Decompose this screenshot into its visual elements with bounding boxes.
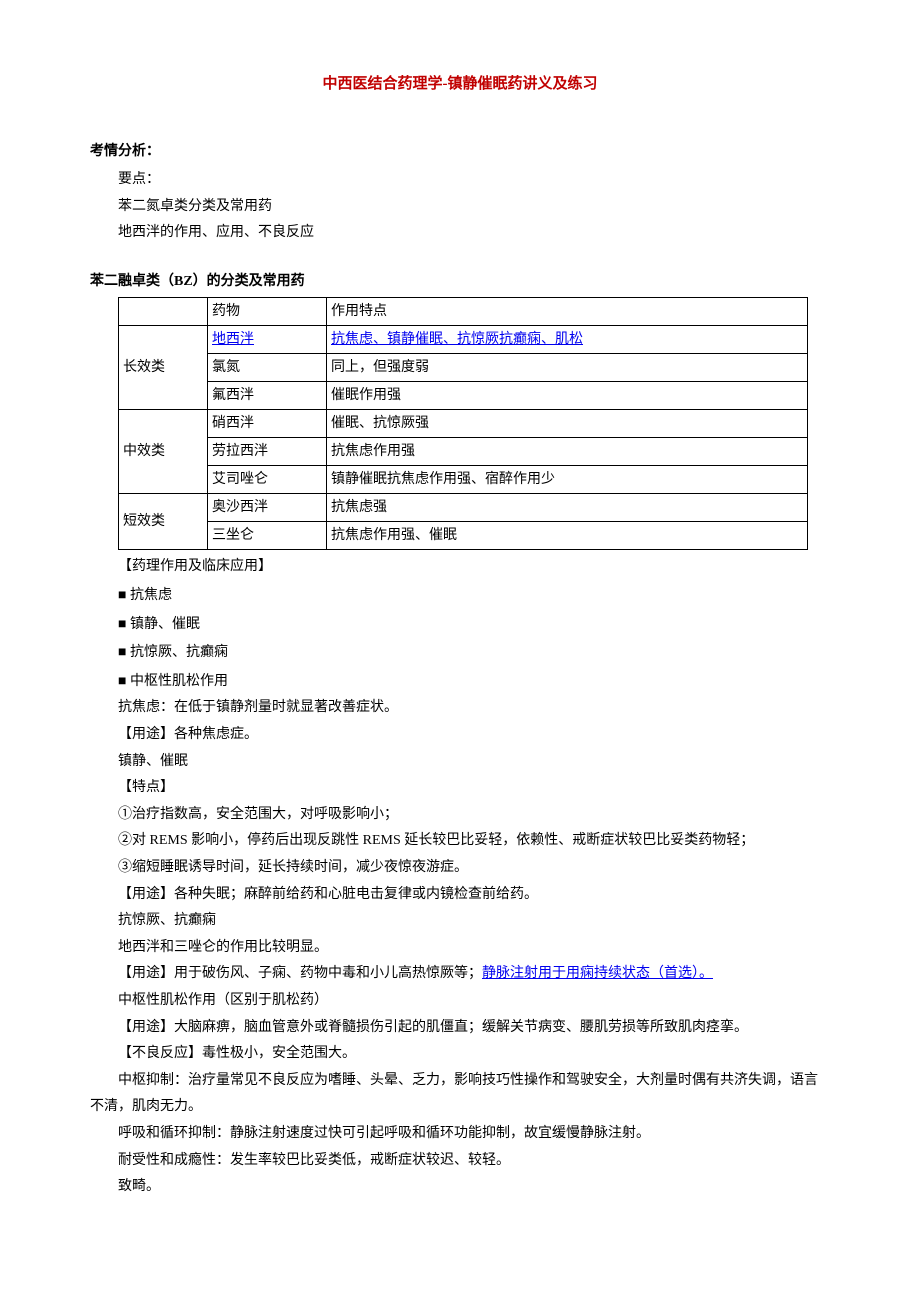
cell-drug: 艾司唑仑 (208, 466, 327, 494)
para: ①治疗指数高，安全范围大，对呼吸影响小； (90, 802, 830, 829)
para: 【用途】大脑麻痹，脑血管意外或脊髓损伤引起的肌僵直；缓解关节病变、腰肌劳损等所致… (90, 1015, 830, 1042)
analysis-heading: 考情分析： (90, 139, 830, 166)
table-row: 氟西泮 催眠作用强 (119, 382, 808, 410)
document-title: 中西医结合药理学-镇静催眠药讲义及练习 (90, 70, 830, 99)
para: 致畸。 (90, 1174, 830, 1201)
diazepam-link[interactable]: 地西泮 (212, 332, 254, 347)
analysis-line-3: 地西泮的作用、应用、不良反应 (90, 220, 830, 247)
para: 耐受性和成瘾性：发生率较巴比妥类低，戒断症状较迟、较轻。 (90, 1148, 830, 1175)
para: ②对 REMS 影响小，停药后出现反跳性 REMS 延长较巴比妥轻，依赖性、戒断… (90, 828, 830, 855)
cell-feature: 抗焦虑强 (327, 494, 808, 522)
bullet-1: ■ 抗焦虑 (118, 581, 830, 610)
table-row: 氯氮 同上，但强度弱 (119, 354, 808, 382)
para: 地西泮和三唑仑的作用比较明显。 (90, 935, 830, 962)
drug-table: 药物 作用特点 长效类 地西泮 抗焦虑、镇静催眠、抗惊厥抗癫痫、肌松 氯氮 同上… (118, 297, 808, 550)
para: 【用途】各种焦虑症。 (90, 722, 830, 749)
cell-drug: 氯氮 (208, 354, 327, 382)
cell-drug: 地西泮 (208, 326, 327, 354)
iv-injection-link[interactable]: 静脉注射用于用痫持续状态（首选）。 (482, 966, 713, 981)
analysis-line-2: 苯二氮卓类分类及常用药 (90, 194, 830, 221)
para: 【不良反应】毒性极小，安全范围大。 (90, 1041, 830, 1068)
cell-drug: 劳拉西泮 (208, 438, 327, 466)
para: ③缩短睡眠诱导时间，延长持续时间，减少夜惊夜游症。 (90, 855, 830, 882)
pharma-heading: 【药理作用及临床应用】 (90, 554, 830, 581)
table-row: 劳拉西泮 抗焦虑作用强 (119, 438, 808, 466)
para: 【特点】 (90, 775, 830, 802)
para: 抗焦虑：在低于镇静剂量时就显著改善症状。 (90, 695, 830, 722)
cell-drug: 硝西泮 (208, 410, 327, 438)
cell-drug: 奥沙西泮 (208, 494, 327, 522)
para-text: 【用途】用于破伤风、子痫、药物中毒和小儿高热惊厥等； (118, 966, 482, 981)
para: 抗惊厥、抗癫痫 (90, 908, 830, 935)
analysis-line-1: 要点： (90, 167, 830, 194)
bullet-3: ■ 抗惊厥、抗癫痫 (118, 638, 830, 667)
para-wrap: 中枢抑制：治疗量常见不良反应为嗜睡、头晕、乏力，影响技巧性操作和驾驶安全，大剂量… (90, 1068, 830, 1121)
para-with-link: 【用途】用于破伤风、子痫、药物中毒和小儿高热惊厥等；静脉注射用于用痫持续状态（首… (90, 961, 830, 988)
para: 【用途】各种失眠；麻醉前给药和心脏电击复律或内镜检查前给药。 (90, 882, 830, 909)
th-blank (119, 298, 208, 326)
para: 呼吸和循环抑制：静脉注射速度过快可引起呼吸和循环功能抑制，故宜缓慢静脉注射。 (90, 1121, 830, 1148)
cell-feature: 抗焦虑作用强 (327, 438, 808, 466)
group-short: 短效类 (119, 494, 208, 550)
diazepam-feature-link[interactable]: 抗焦虑、镇静催眠、抗惊厥抗癫痫、肌松 (331, 332, 583, 347)
table-row: 短效类 奥沙西泮 抗焦虑强 (119, 494, 808, 522)
th-drug: 药物 (208, 298, 327, 326)
para: 镇静、催眠 (90, 749, 830, 776)
table-row: 三坐仑 抗焦虑作用强、催眠 (119, 522, 808, 550)
cell-feature: 镇静催眠抗焦虑作用强、宿醉作用少 (327, 466, 808, 494)
group-long: 长效类 (119, 326, 208, 410)
bullet-2: ■ 镇静、催眠 (118, 610, 830, 639)
table-header-row: 药物 作用特点 (119, 298, 808, 326)
cell-feature: 催眠作用强 (327, 382, 808, 410)
bullet-4: ■ 中枢性肌松作用 (118, 667, 830, 696)
group-mid: 中效类 (119, 410, 208, 494)
cell-drug: 氟西泮 (208, 382, 327, 410)
para: 中枢性肌松作用（区别于肌松药） (90, 988, 830, 1015)
table-row: 中效类 硝西泮 催眠、抗惊厥强 (119, 410, 808, 438)
table-row: 长效类 地西泮 抗焦虑、镇静催眠、抗惊厥抗癫痫、肌松 (119, 326, 808, 354)
table-row: 艾司唑仑 镇静催眠抗焦虑作用强、宿醉作用少 (119, 466, 808, 494)
cell-feature: 同上，但强度弱 (327, 354, 808, 382)
th-feature: 作用特点 (327, 298, 808, 326)
cell-feature: 抗焦虑、镇静催眠、抗惊厥抗癫痫、肌松 (327, 326, 808, 354)
table-heading: 苯二融卓类（BZ）的分类及常用药 (90, 269, 830, 296)
cell-feature: 抗焦虑作用强、催眠 (327, 522, 808, 550)
cell-drug: 三坐仑 (208, 522, 327, 550)
cell-feature: 催眠、抗惊厥强 (327, 410, 808, 438)
